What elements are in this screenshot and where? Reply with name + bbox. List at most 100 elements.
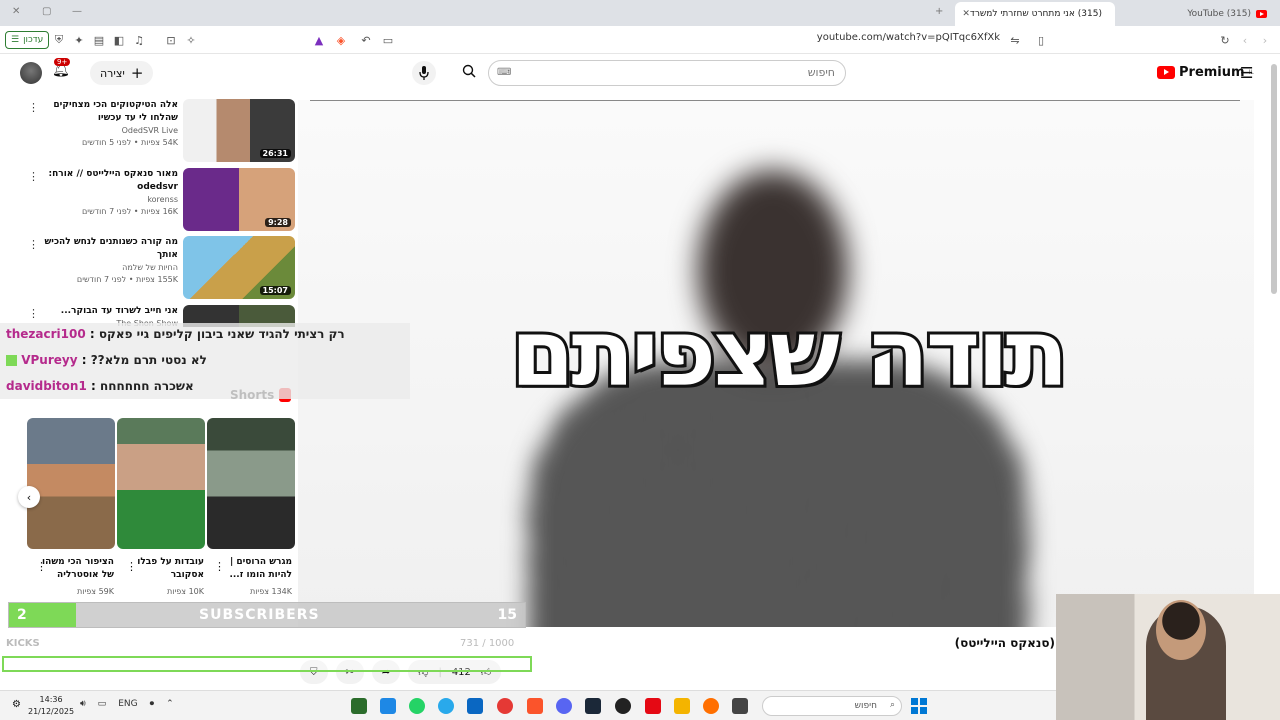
short-thumbnail[interactable] <box>27 418 115 549</box>
youtube-favicon-icon <box>1256 10 1267 18</box>
telegram-icon[interactable] <box>438 698 454 714</box>
avatar[interactable] <box>20 62 42 84</box>
video-thumbnail[interactable]: 26:31 <box>183 99 295 162</box>
mic-tray-icon[interactable]: ⏺ <box>150 699 155 709</box>
channel-name[interactable]: korenss <box>38 194 178 206</box>
sidebar-icon[interactable]: ◧ <box>112 33 126 47</box>
netflix-icon[interactable] <box>645 698 661 714</box>
chat-user: VPureyy <box>21 353 78 367</box>
app-icon[interactable] <box>467 698 483 714</box>
logo-text: Premium <box>1179 65 1245 80</box>
extensions-icon[interactable]: ✦ <box>72 33 86 47</box>
video-thumbnail[interactable]: 9:28 <box>183 168 295 231</box>
chat-message: VPureyy : לא נסטי תרם מלא?? <box>6 353 207 367</box>
speaker-icon[interactable]: 🔊︎ <box>80 699 86 709</box>
tab-title: (315) YouTube <box>1187 9 1251 19</box>
short-thumbnail[interactable] <box>117 418 205 549</box>
chevron-left-icon[interactable]: ‹ <box>18 486 40 508</box>
video-title[interactable]: אלה הטיקטוקים הכי מצחיקים שהלחו לי עד עכ… <box>38 99 178 125</box>
system-clock[interactable]: 14:36 21/12/2025 <box>28 694 74 718</box>
forward-icon[interactable]: ‹ <box>1238 33 1252 47</box>
short-title[interactable]: מגרש הרוסים | להיות הומו ז... <box>212 556 292 582</box>
language-indicator[interactable]: ENG <box>118 699 137 709</box>
short-thumbnail[interactable] <box>207 418 295 549</box>
share-icon[interactable]: ↶ <box>359 33 373 47</box>
tab-title: (315) אני מתחרט שחזרתי למשרד <box>969 9 1102 19</box>
search-icon <box>462 64 476 82</box>
screenshot-icon[interactable]: ⊡ <box>164 33 178 47</box>
search-input[interactable] <box>535 66 835 79</box>
kicks-goal-bar <box>2 656 532 672</box>
mic-icon[interactable] <box>412 61 436 85</box>
tab-video[interactable]: (315) אני מתחרט שחזרתי למשרד ✕ <box>955 2 1115 26</box>
taskbar-search[interactable]: חיפוש ⌕ <box>762 696 902 716</box>
media-icon[interactable]: ♫ <box>132 33 146 47</box>
site-settings-icon[interactable]: ⇋ <box>1008 33 1022 47</box>
clock-time: 14:36 <box>39 695 63 704</box>
channel-name[interactable]: OdedSVR Live <box>38 125 178 137</box>
search-button[interactable] <box>455 60 483 86</box>
short-views: 10K צפיות <box>167 587 204 596</box>
wallet-icon[interactable]: ▤ <box>92 33 106 47</box>
tab-youtube[interactable]: (315) YouTube <box>1120 2 1275 26</box>
brave-icon[interactable] <box>527 698 543 714</box>
update-button[interactable]: ☰ עדכון <box>5 31 50 49</box>
related-video[interactable]: ⋮ אלה הטיקטוקים הכי מצחיקים שהלחו לי עד … <box>20 99 296 163</box>
video-title[interactable]: מה קורה כשנותנים לנחש להכיש אותך <box>38 236 178 262</box>
related-video[interactable]: ⋮ מה קורה כשנותנים לנחש להכיש אותך החיות… <box>20 236 296 300</box>
close-tab-icon[interactable]: ✕ <box>962 9 970 19</box>
clock-date: 21/12/2025 <box>28 707 75 716</box>
video-player[interactable]: תודה שצפיתם <box>298 100 1254 627</box>
tray-overflow-icon[interactable]: ⌃ <box>166 699 174 709</box>
chatgpt-icon[interactable] <box>615 698 631 714</box>
back-icon[interactable]: › <box>1258 33 1272 47</box>
duration-badge: 26:31 <box>259 149 291 158</box>
video-info: מאור סנאקס היילייטס // אורח: odedsvr kor… <box>38 168 178 218</box>
chat-text: לא נסטי תרם מלא?? <box>90 353 207 367</box>
brave-shield-icon[interactable]: ◈ <box>334 33 348 47</box>
new-tab-icon[interactable]: + <box>935 6 943 17</box>
restore-window-icon[interactable]: ▢ <box>42 6 51 17</box>
kicks-count: 731 / 1000 <box>460 638 515 649</box>
youtube-header: 🔔︎ 9+ יצירה + ⌨ Premium IL ☰ <box>0 54 1280 94</box>
whatsapp-icon[interactable] <box>409 698 425 714</box>
video-meta: 54K צפיות • לפני 5 חודשים <box>81 138 178 147</box>
notification-badge: 9+ <box>54 58 71 66</box>
shield-icon[interactable]: ⛨ <box>52 33 66 47</box>
discord-icon[interactable] <box>556 698 572 714</box>
create-button[interactable]: יצירה + <box>90 61 154 85</box>
video-thumbnail[interactable]: 15:07 <box>183 236 295 299</box>
video-title[interactable]: אני חייב לשרוד עד הבוקר... <box>38 305 178 318</box>
cast-icon[interactable]: ▭ <box>381 33 395 47</box>
scrollbar[interactable] <box>1271 64 1277 294</box>
app-icon[interactable] <box>380 698 396 714</box>
short-title[interactable]: הציפור הכי משהו של אוסטרליה <box>34 556 114 582</box>
settings-icon[interactable]: ⚙ <box>12 699 21 710</box>
app-icon[interactable] <box>351 698 367 714</box>
short-title[interactable]: עובדות על פבלו אסקובר <box>124 556 204 582</box>
steam-icon[interactable] <box>585 698 601 714</box>
network-icon[interactable]: ▭ <box>98 699 107 709</box>
close-window-icon[interactable]: ✕ <box>12 6 20 17</box>
video-info: מה קורה כשנותנים לנחש להכיש אותך החיות ש… <box>38 236 178 286</box>
windows-start-icon[interactable] <box>911 698 927 714</box>
minimize-window-icon[interactable]: — <box>72 6 82 17</box>
channel-name[interactable]: החיות של שלמה <box>38 262 178 274</box>
video-title[interactable]: מאור סנאקס היילייטס // אורח: odedsvr <box>38 168 178 194</box>
chat-user: thezacri100 <box>6 327 86 341</box>
keyboard-icon[interactable]: ⌨ <box>497 67 511 78</box>
youtube-app-icon[interactable] <box>497 698 513 714</box>
triangle-icon[interactable]: ▲ <box>312 33 326 47</box>
app-icon[interactable] <box>732 698 748 714</box>
related-video[interactable]: ⋮ מאור סנאקס היילייטס // אורח: odedsvr k… <box>20 168 296 232</box>
puzzle-icon[interactable]: ✧ <box>184 33 198 47</box>
bookmark-icon[interactable]: ▯ <box>1034 33 1048 47</box>
chat-message: davidbiton1 : אשכרה חחחחחח <box>6 379 194 393</box>
reload-icon[interactable]: ↻ <box>1218 33 1232 47</box>
windows-taskbar: ⚙ 14:36 21/12/2025 🔊︎ ▭ ENG ⏺ ⌃ חיפוש ⌕ <box>0 690 1056 720</box>
subscriber-goal: 15 <box>497 607 517 623</box>
hamburger-menu-icon[interactable]: ☰ <box>1240 64 1253 82</box>
folder-icon[interactable] <box>674 698 690 714</box>
app-icon[interactable] <box>703 698 719 714</box>
address-bar[interactable]: youtube.com/watch?v=pQITqc6XfXk <box>800 32 1000 43</box>
